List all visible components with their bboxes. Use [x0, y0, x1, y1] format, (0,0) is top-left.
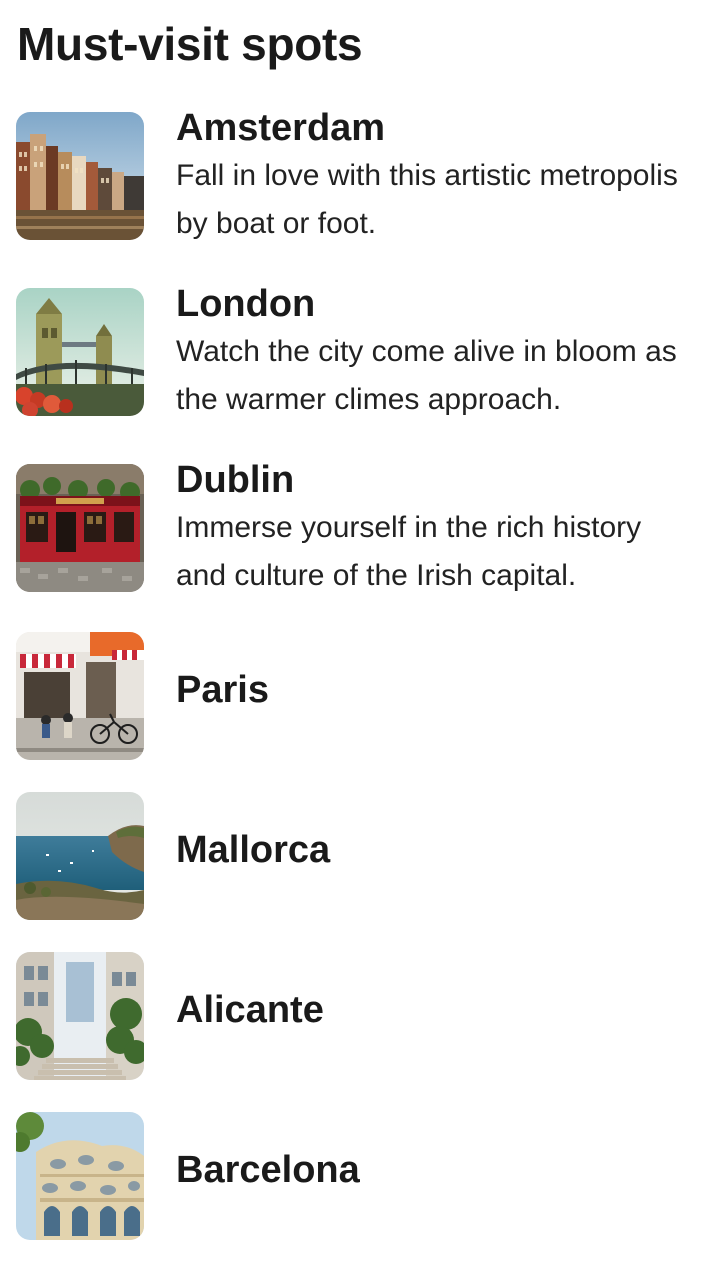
- barcelona-photo: [16, 1112, 144, 1240]
- list-item-amsterdam[interactable]: Amsterdam Fall in love with this artisti…: [16, 107, 704, 240]
- spot-name: Dublin: [176, 459, 295, 501]
- spot-description: Immerse yourself in the rich history and…: [176, 511, 642, 592]
- list-item-barcelona[interactable]: Barcelona: [16, 1112, 704, 1240]
- london-photo: [16, 288, 144, 416]
- list-item-london[interactable]: London Watch the city come alive in bloo…: [16, 283, 704, 416]
- dublin-photo: [16, 464, 144, 592]
- list-item-mallorca[interactable]: Mallorca: [16, 792, 704, 920]
- spot-name: Paris: [176, 669, 269, 711]
- spot-description: Fall in love with this artistic metropol…: [176, 159, 678, 240]
- mallorca-photo: [16, 792, 144, 920]
- spot-name: Amsterdam: [176, 107, 386, 149]
- alicante-photo: [16, 952, 144, 1080]
- spot-name: London: [176, 283, 316, 325]
- spot-name: Mallorca: [176, 829, 331, 871]
- list-item-dublin[interactable]: Dublin Immerse yourself in the rich hist…: [16, 459, 704, 592]
- list-item-paris[interactable]: Paris: [16, 632, 704, 760]
- spot-name: Alicante: [176, 989, 324, 1031]
- spot-description: Watch the city come alive in bloom as th…: [176, 335, 677, 416]
- spots-list: Amsterdam Fall in love with this artisti…: [0, 0, 720, 1280]
- list-item-alicante[interactable]: Alicante: [16, 952, 704, 1080]
- amsterdam-photo: [16, 112, 144, 240]
- spot-name: Barcelona: [176, 1149, 360, 1191]
- paris-photo: [16, 632, 144, 760]
